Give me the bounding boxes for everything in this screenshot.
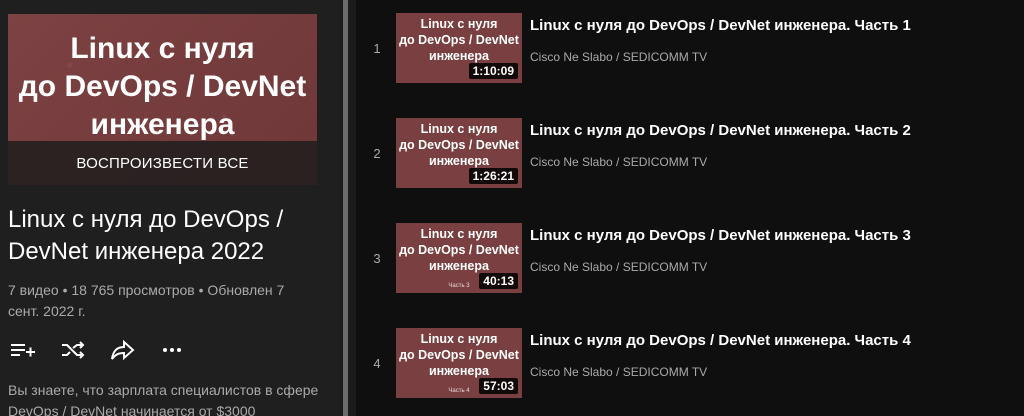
more-actions-button[interactable] [158,338,208,366]
playlist-video-row[interactable]: 4 Linux с нуля до DevOps / DevNet инжене… [356,328,1024,408]
playlist-thumbnail-title: Linux с нуля до DevOps / DevNet инженера [18,32,307,141]
video-duration: 57:03 [479,378,518,394]
thumbnail-title: Linux с нуля до DevOps / DevNet инженера [399,332,519,378]
playlist-title: Linux с нуля до DevOps / DevNet инженера… [8,206,284,265]
video-duration: 1:26:21 [468,168,518,184]
playlist-stats: 7 видео • 18 765 просмотров • Обновлен 7… [8,282,285,319]
playlist-video-row[interactable]: 3 Linux с нуля до DevOps / DevNet инжене… [356,223,1024,303]
video-title[interactable]: Linux с нуля до DevOps / DevNet инженера… [530,331,1010,351]
video-channel[interactable]: Cisco Ne Slabo / SEDICOMM TV [530,260,707,274]
share-button[interactable] [108,338,158,366]
video-title[interactable]: Linux с нуля до DevOps / DevNet инженера… [530,121,1010,141]
video-duration: 40:13 [479,273,518,289]
video-title[interactable]: Linux с нуля до DevOps / DevNet инженера… [530,16,1010,36]
playlist-actions [8,338,208,366]
playlist-description: Вы знаете, что зарплата специалистов в с… [8,382,319,416]
more-icon [160,339,186,366]
video-thumbnail[interactable]: Linux с нуля до DevOps / DevNet инженера… [396,118,522,188]
thumbnail-title: Linux с нуля до DevOps / DevNet инженера [399,227,519,273]
video-duration: 1:10:09 [468,63,518,79]
thumbnail-title: Linux с нуля до DevOps / DevNet инженера [399,17,519,63]
add-to-queue-icon [10,339,36,366]
playlist-video-row[interactable]: 1 Linux с нуля до DevOps / DevNet инжене… [356,13,1024,93]
video-channel[interactable]: Cisco Ne Slabo / SEDICOMM TV [530,155,707,169]
playlist-thumbnail[interactable]: Linux с нуля до DevOps / DevNet инженера… [8,14,317,185]
play-all-button[interactable]: ВОСПРОИЗВЕСТИ ВСЕ [8,141,317,185]
scrollbar[interactable] [343,0,348,416]
video-thumbnail[interactable]: Linux с нуля до DevOps / DevNet инженера… [396,223,522,293]
video-index: 2 [373,146,381,161]
video-index: 1 [373,41,381,56]
thumbnail-title: Linux с нуля до DevOps / DevNet инженера [399,122,519,168]
video-channel[interactable]: Cisco Ne Slabo / SEDICOMM TV [530,365,707,379]
shuffle-icon [60,339,86,366]
share-icon [110,339,136,366]
video-channel[interactable]: Cisco Ne Slabo / SEDICOMM TV [530,50,707,64]
shuffle-button[interactable] [58,338,108,366]
video-thumbnail[interactable]: Linux с нуля до DevOps / DevNet инженера… [396,328,522,398]
playlist-video-row[interactable]: 2 Linux с нуля до DevOps / DevNet инжене… [356,118,1024,198]
playlist-sidebar: Linux с нуля до DevOps / DevNet инженера… [0,0,340,416]
add-to-queue-button[interactable] [8,338,58,366]
video-thumbnail[interactable]: Linux с нуля до DevOps / DevNet инженера… [396,13,522,83]
video-index: 3 [373,251,381,266]
video-title[interactable]: Linux с нуля до DevOps / DevNet инженера… [530,226,1010,246]
playlist-video-list: 1 Linux с нуля до DevOps / DevNet инжене… [356,0,1024,416]
video-index: 4 [373,356,381,371]
